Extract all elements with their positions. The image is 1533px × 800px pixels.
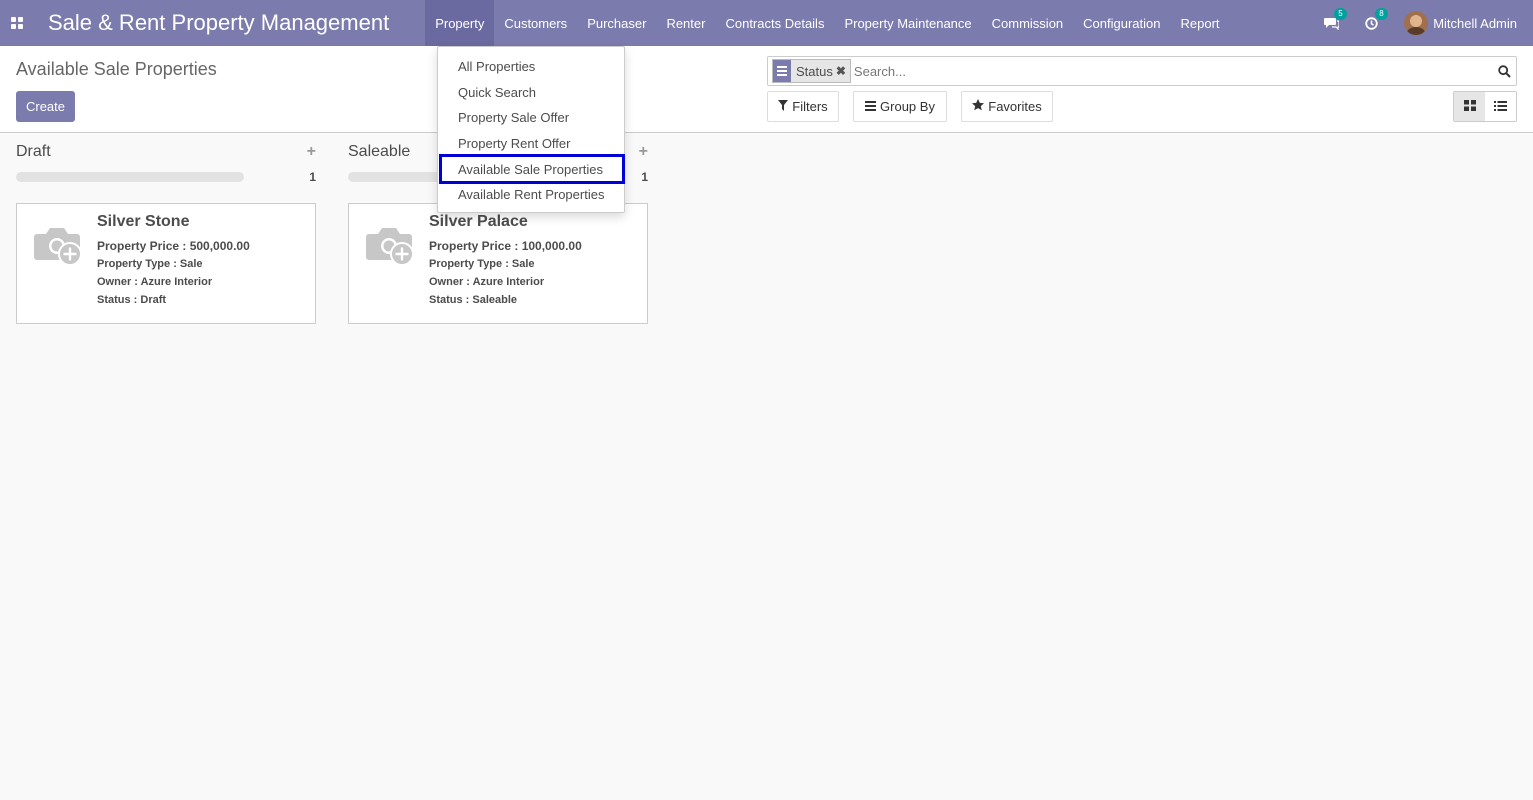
star-icon xyxy=(972,99,985,114)
quick-create-plus-icon[interactable]: + xyxy=(307,143,316,161)
breadcrumb: Available Sale Properties xyxy=(16,59,217,79)
menu-renter[interactable]: Renter xyxy=(656,0,715,46)
activities-button[interactable]: 8 xyxy=(1365,7,1388,30)
menu-commission[interactable]: Commission xyxy=(982,0,1074,46)
list-view-icon xyxy=(1494,99,1507,114)
property-name: Silver Palace xyxy=(429,213,528,230)
menu-purchaser[interactable]: Purchaser xyxy=(577,0,656,46)
group-by-label: Group By xyxy=(880,99,935,114)
search-facet: Status ✖ xyxy=(772,59,851,83)
user-menu[interactable]: Mitchell Admin xyxy=(1404,11,1517,35)
property-status: Status : Saleable xyxy=(429,294,518,306)
menu-property-maintenance[interactable]: Property Maintenance xyxy=(834,0,981,46)
property-owner: Owner : Azure Interior xyxy=(97,276,213,288)
card-body: Silver Palace Property Price : 100,000.0… xyxy=(429,213,582,312)
property-name: Silver Stone xyxy=(97,213,190,230)
app-title[interactable]: Sale & Rent Property Management xyxy=(48,10,389,36)
search-icon[interactable] xyxy=(1492,64,1516,78)
property-type: Property Type : Sale xyxy=(97,258,203,270)
add-photo-placeholder-icon xyxy=(365,224,417,271)
user-name: Mitchell Admin xyxy=(1433,15,1517,31)
column-progress-bar[interactable] xyxy=(16,172,244,182)
filters-button[interactable]: Filters xyxy=(767,91,839,122)
kanban-card[interactable]: Silver Stone Property Price : 500,000.00… xyxy=(16,203,316,324)
property-menu-dropdown: All Properties Quick Search Property Sal… xyxy=(437,46,625,213)
search-bar: Status ✖ xyxy=(767,56,1517,86)
favorites-label: Favorites xyxy=(988,99,1042,114)
kanban-view-button[interactable] xyxy=(1454,92,1485,121)
menu-item-quick-search[interactable]: Quick Search xyxy=(438,80,624,106)
kanban-card[interactable]: Silver Palace Property Price : 100,000.0… xyxy=(348,203,648,324)
column-record-count: 1 xyxy=(641,170,648,184)
column-title: Draft xyxy=(16,143,51,160)
property-owner: Owner : Azure Interior xyxy=(429,276,545,288)
top-navbar: Sale & Rent Property Management Property… xyxy=(0,0,1533,46)
activities-count-badge: 8 xyxy=(1375,7,1388,20)
facet-remove-icon[interactable]: ✖ xyxy=(836,64,850,78)
view-switcher xyxy=(1453,91,1517,122)
bars-icon xyxy=(865,99,877,114)
quick-create-plus-icon[interactable]: + xyxy=(639,143,648,161)
search-input[interactable] xyxy=(850,58,1492,84)
create-button[interactable]: Create xyxy=(16,91,75,122)
menu-property[interactable]: Property xyxy=(425,0,495,46)
avatar xyxy=(1404,11,1429,35)
menu-report[interactable]: Report xyxy=(1170,0,1229,46)
card-body: Silver Stone Property Price : 500,000.00… xyxy=(97,213,250,312)
property-status: Status : Draft xyxy=(97,294,167,306)
add-photo-placeholder-icon xyxy=(33,224,85,271)
property-price: Property Price : 500,000.00 xyxy=(97,239,250,253)
filters-label: Filters xyxy=(792,99,828,114)
menu-contracts-details[interactable]: Contracts Details xyxy=(715,0,834,46)
column-title: Saleable xyxy=(348,143,411,160)
favorites-button[interactable]: Favorites xyxy=(961,91,1053,122)
group-by-button[interactable]: Group By xyxy=(853,91,947,122)
filter-icon xyxy=(778,99,789,114)
menu-item-property-rent-offer[interactable]: Property Rent Offer xyxy=(438,131,624,157)
list-view-button[interactable] xyxy=(1485,92,1516,121)
kanban-view-icon xyxy=(1463,99,1476,114)
messages-count-badge: 5 xyxy=(1334,7,1347,20)
main-menu: Property Customers Purchaser Renter Cont… xyxy=(425,0,1229,46)
control-panel: Available Sale Properties Create Status … xyxy=(0,46,1533,133)
group-by-facet-icon xyxy=(773,60,791,82)
messages-button[interactable]: 5 xyxy=(1324,7,1347,30)
menu-item-all-properties[interactable]: All Properties xyxy=(438,54,624,80)
column-record-count: 1 xyxy=(309,170,316,184)
systray: 5 8 Mitchell Admin xyxy=(1324,0,1533,46)
menu-configuration[interactable]: Configuration xyxy=(1073,0,1170,46)
property-type: Property Type : Sale xyxy=(429,258,535,270)
menu-item-available-sale-properties[interactable]: Available Sale Properties xyxy=(439,154,625,184)
menu-item-available-rent-properties[interactable]: Available Rent Properties xyxy=(438,182,624,208)
menu-item-property-sale-offer[interactable]: Property Sale Offer xyxy=(438,105,624,131)
menu-customers[interactable]: Customers xyxy=(494,0,577,46)
property-price: Property Price : 100,000.00 xyxy=(429,239,582,253)
apps-menu-icon[interactable] xyxy=(0,0,33,46)
column-header[interactable]: Draft + xyxy=(16,143,316,163)
facet-label: Status xyxy=(796,63,833,79)
